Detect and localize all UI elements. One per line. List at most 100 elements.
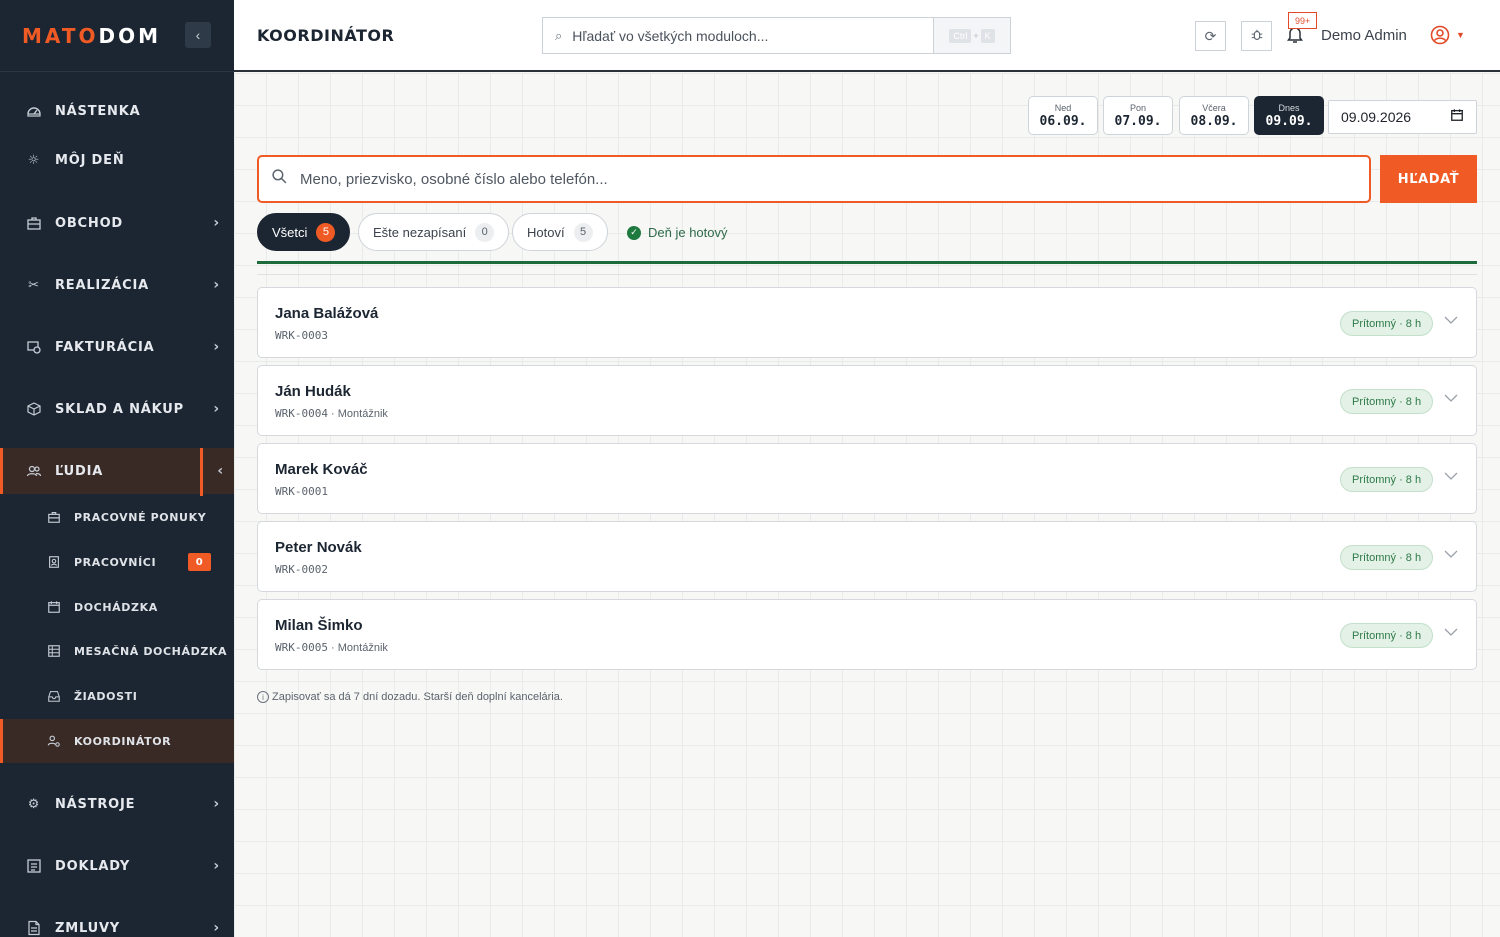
sidebar-item-zmluvy[interactable]: ZMLUVY ›: [0, 904, 234, 937]
chevron-right-icon: ›: [213, 796, 220, 812]
chevron-left-icon: ‹: [217, 463, 224, 479]
invoice-icon: [25, 338, 43, 356]
date-picker-input[interactable]: 09.09.2026: [1328, 100, 1477, 134]
filter-count: 0: [475, 222, 495, 242]
bug-icon: [1250, 28, 1264, 45]
sidebar-subitem-ziadosti[interactable]: ŽIADOSTI: [0, 674, 234, 718]
sidebar-subitem-pracovnici[interactable]: PRACOVNÍCI 0: [0, 540, 234, 584]
check-circle-icon: ✓: [627, 225, 641, 240]
shortcut-key-ctrl: Ctrl: [949, 28, 972, 43]
worker-search-field[interactable]: Meno, priezvisko, osobné číslo alebo tel…: [257, 155, 1371, 203]
caret-down-icon[interactable]: ▼: [1456, 30, 1465, 40]
chevron-down-icon[interactable]: [1444, 468, 1458, 484]
status-badge: Prítomný · 8 h: [1340, 545, 1434, 570]
main-content: Ned 06.09. Pon 07.09. Včera 08.09. Dnes …: [234, 73, 1500, 937]
global-search-input[interactable]: Hľadať vo všetkých moduloch...: [572, 28, 933, 44]
sidebar-item-label: FAKTURÁCIA: [55, 339, 155, 355]
sidebar-item-moj-den[interactable]: ☼ MÔJ DEŇ: [0, 136, 234, 184]
day-button-dnes[interactable]: Dnes 09.09.: [1254, 96, 1324, 135]
sidebar-subitem-koordinator[interactable]: KOORDINÁTOR: [0, 719, 234, 763]
filter-count: 5: [316, 222, 336, 242]
sidebar-subitem-pracovne-ponuky[interactable]: PRACOVNÉ PONUKY: [0, 495, 234, 539]
day-button-vcera[interactable]: Včera 08.09.: [1179, 96, 1249, 135]
day-button-ned[interactable]: Ned 06.09.: [1028, 96, 1098, 135]
id-badge-icon: [46, 554, 62, 570]
bug-report-button[interactable]: [1241, 21, 1272, 51]
brand-logo[interactable]: MATODOM: [22, 24, 161, 48]
worker-row[interactable]: Milan Šimko WRK-0005 · Montážnik Prítomn…: [257, 599, 1477, 670]
chevron-down-icon[interactable]: [1444, 312, 1458, 328]
sidebar-item-sklad-a-nakup[interactable]: SKLAD A NÁKUP ›: [0, 385, 234, 433]
search-button[interactable]: HĽADAŤ: [1380, 155, 1477, 203]
worker-code: WRK-0005: [275, 641, 328, 654]
gear-icon: ⚙: [27, 796, 41, 812]
sidebar-item-nastroje[interactable]: ⚙ NÁSTROJE ›: [0, 780, 234, 828]
refresh-icon: ⟳: [1204, 27, 1217, 44]
chevron-down-icon[interactable]: [1444, 390, 1458, 406]
worker-row[interactable]: Peter Novák WRK-0002 Prítomný · 8 h: [257, 521, 1477, 592]
filter-done[interactable]: Hotoví 5: [512, 213, 608, 251]
worker-meta: WRK-0001: [275, 485, 328, 498]
day-name: Včera: [1202, 102, 1226, 113]
sidebar-item-label: MÔJ DEŇ: [55, 152, 125, 168]
filter-all[interactable]: Všetci 5: [257, 213, 351, 251]
day-date: 08.09.: [1190, 113, 1238, 129]
list-icon: [25, 857, 43, 875]
briefcase-icon: [46, 509, 62, 525]
worker-row[interactable]: Jana Balážová WRK-0003 Prítomný · 8 h: [257, 287, 1477, 358]
worker-code: WRK-0002: [275, 563, 328, 576]
day-date: 09.09.: [1265, 113, 1313, 129]
worker-code: WRK-0001: [275, 485, 328, 498]
sidebar-item-label: NÁSTROJE: [55, 796, 136, 812]
sidebar-subitem-label: KOORDINÁTOR: [74, 734, 172, 748]
status-badge: Prítomný · 8 h: [1340, 389, 1434, 414]
day-status: ✓ Deň je hotový: [627, 225, 728, 240]
worker-name: Peter Novák: [275, 539, 362, 556]
chevron-down-icon[interactable]: [1444, 624, 1458, 640]
count-badge: 0: [188, 553, 211, 571]
sidebar-item-realizacia[interactable]: ✂ REALIZÁCIA ›: [0, 261, 234, 309]
refresh-button[interactable]: ⟳: [1195, 21, 1226, 51]
divider: [257, 274, 1477, 275]
chevron-right-icon: ›: [213, 401, 220, 417]
sidebar-subitem-mesacna-dochadzka[interactable]: MESAČNÁ DOCHÁDZKA: [0, 629, 234, 673]
info-icon: i: [257, 691, 269, 703]
user-avatar-icon[interactable]: [1430, 25, 1450, 50]
chevron-down-icon[interactable]: [1444, 546, 1458, 562]
filter-not-yet-recorded[interactable]: Ešte nezapísaní 0: [358, 213, 510, 251]
sidebar-item-nastenka[interactable]: NÁSTENKA: [0, 87, 234, 135]
worker-row[interactable]: Ján Hudák WRK-0004 · Montážnik Prítomný …: [257, 365, 1477, 436]
worker-meta: WRK-0004 · Montážnik: [275, 407, 388, 420]
sidebar-subitem-dochadzka[interactable]: DOCHÁDZKA: [0, 585, 234, 629]
sidebar-subitem-label: PRACOVNÉ PONUKY: [74, 510, 207, 524]
sidebar-item-obchod[interactable]: OBCHOD ›: [0, 199, 234, 247]
chevron-right-icon: ›: [213, 339, 220, 355]
calendar-icon[interactable]: [1450, 108, 1464, 125]
filter-label: Hotoví: [527, 224, 565, 240]
global-search[interactable]: ⌕ Hľadať vo všetkých moduloch... Ctrl + …: [542, 17, 1011, 54]
box-icon: [25, 400, 43, 418]
sidebar-item-doklady[interactable]: DOKLADY ›: [0, 842, 234, 890]
topbar: KOORDINÁTOR ⌕ Hľadať vo všetkých moduloc…: [234, 0, 1500, 72]
dashboard-icon: [25, 102, 43, 120]
day-button-pon[interactable]: Pon 07.09.: [1103, 96, 1173, 135]
shortcut-key-k: K: [980, 28, 995, 43]
sidebar-collapse-button[interactable]: ‹: [185, 22, 211, 48]
sidebar-item-ludia[interactable]: ĽUDIA ‹: [0, 448, 234, 496]
worker-search-input[interactable]: Meno, priezvisko, osobné číslo alebo tel…: [300, 171, 608, 188]
search-icon: [271, 168, 288, 190]
worker-meta: WRK-0003: [275, 329, 328, 342]
notification-count-badge: 99+: [1288, 12, 1318, 29]
info-note-text: Zapisovať sa dá 7 dní dozadu. Starší deň…: [272, 691, 563, 703]
user-name[interactable]: Demo Admin: [1321, 27, 1407, 44]
sidebar-subitem-label: ŽIADOSTI: [74, 689, 138, 703]
day-status-text: Deň je hotový: [648, 225, 728, 240]
worker-row[interactable]: Marek Kováč WRK-0001 Prítomný · 8 h: [257, 443, 1477, 514]
sidebar-subitem-label: PRACOVNÍCI: [74, 555, 157, 569]
day-name: Ned: [1054, 102, 1072, 113]
sidebar-item-label: SKLAD A NÁKUP: [55, 401, 184, 417]
sidebar-item-fakturacia[interactable]: FAKTURÁCIA ›: [0, 323, 234, 371]
status-badge: Prítomný · 8 h: [1340, 467, 1434, 492]
date-value: 09.09.2026: [1341, 109, 1412, 125]
search-icon: ⌕: [555, 27, 563, 43]
